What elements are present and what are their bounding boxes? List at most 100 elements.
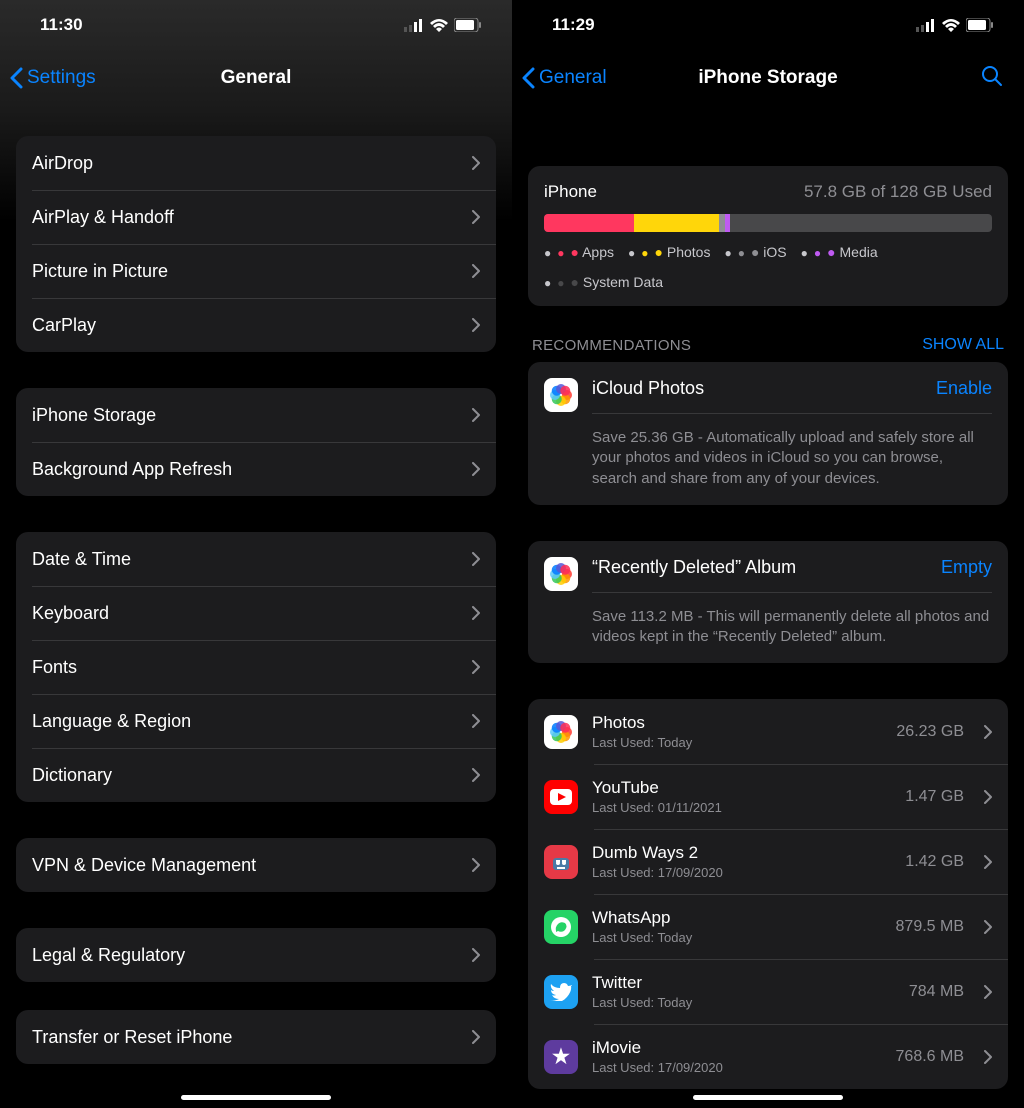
- recommendation-title: “Recently Deleted” Album: [592, 557, 796, 578]
- recommendation-action-button[interactable]: Enable: [936, 378, 992, 399]
- chevron-right-icon: [472, 606, 480, 620]
- app-last-used: Last Used: 01/11/2021: [592, 800, 891, 815]
- settings-row-iphone-storage[interactable]: iPhone Storage: [16, 388, 496, 442]
- settings-group: iPhone Storage Background App Refresh: [16, 388, 496, 496]
- app-icon: ★: [544, 1040, 578, 1074]
- settings-row-picture-in-picture[interactable]: Picture in Picture: [16, 244, 496, 298]
- app-last-used: Last Used: Today: [592, 995, 895, 1010]
- row-label: Keyboard: [32, 603, 472, 624]
- app-last-used: Last Used: Today: [592, 735, 882, 750]
- app-name: iMovie: [592, 1038, 882, 1058]
- settings-row-fonts[interactable]: Fonts: [16, 640, 496, 694]
- app-last-used: Last Used: Today: [592, 930, 882, 945]
- section-title: RECOMMENDATIONS: [532, 337, 691, 354]
- chevron-right-icon: [472, 714, 480, 728]
- wifi-icon: [942, 19, 960, 32]
- row-label: Picture in Picture: [32, 261, 472, 282]
- settings-row-background-app-refresh[interactable]: Background App Refresh: [16, 442, 496, 496]
- app-icon: [544, 910, 578, 944]
- app-size: 1.47 GB: [905, 788, 964, 806]
- app-name: Twitter: [592, 973, 895, 993]
- search-button[interactable]: [980, 64, 1004, 93]
- row-label: AirPlay & Handoff: [32, 207, 472, 228]
- settings-row-date-time[interactable]: Date & Time: [16, 532, 496, 586]
- chevron-right-icon: [472, 318, 480, 332]
- settings-group: AirDrop AirPlay & Handoff Picture in Pictu…: [16, 136, 496, 352]
- app-list: Photos Last Used: Today 26.23 GB YouTube…: [528, 699, 1008, 1089]
- settings-row-legal-regulatory[interactable]: Legal & Regulatory: [16, 928, 496, 982]
- storage-segment-apps: [544, 214, 634, 232]
- settings-group: VPN & Device Management: [16, 838, 496, 892]
- chevron-right-icon: [472, 948, 480, 962]
- app-row-imovie[interactable]: ★ iMovie Last Used: 17/09/2020 768.6 MB: [528, 1024, 1008, 1089]
- settings-row-dictionary[interactable]: Dictionary: [16, 748, 496, 802]
- settings-group: Date & Time Keyboard Fonts Language & Regio…: [16, 532, 496, 802]
- row-label: Legal & Regulatory: [32, 945, 472, 966]
- app-name: WhatsApp: [592, 908, 882, 928]
- general-settings-screen: 11:30 Settings General AirDropAirPlay & …: [0, 0, 512, 1108]
- chevron-right-icon: [472, 264, 480, 278]
- settings-group: Transfer or Reset iPhone: [16, 1010, 496, 1064]
- row-label: Language & Region: [32, 711, 472, 732]
- storage-legend: ● Apps● Photos● iOS● Media● System Data: [544, 244, 992, 290]
- photos-app-icon: [544, 557, 578, 591]
- chevron-left-icon: [10, 67, 23, 89]
- storage-segment-ios: [719, 214, 726, 232]
- status-icons: [404, 18, 482, 32]
- app-last-used: Last Used: 17/09/2020: [592, 865, 891, 880]
- app-name: Photos: [592, 713, 882, 733]
- chevron-right-icon: [472, 408, 480, 422]
- chevron-right-icon: [472, 768, 480, 782]
- back-label: Settings: [27, 67, 96, 89]
- back-button[interactable]: Settings: [10, 67, 96, 89]
- app-row-youtube[interactable]: YouTube Last Used: 01/11/2021 1.47 GB: [528, 764, 1008, 829]
- settings-row-airdrop[interactable]: AirDrop: [16, 136, 496, 190]
- home-indicator[interactable]: [693, 1095, 843, 1100]
- iphone-storage-screen: 11:29 General iPhone Storage iPhone 57.8…: [512, 0, 1024, 1108]
- storage-bar: [544, 214, 992, 232]
- recommendation-card[interactable]: iCloud Photos Enable Save 25.36 GB - Aut…: [528, 362, 1008, 505]
- battery-icon: [454, 18, 482, 32]
- storage-content: iPhone 57.8 GB of 128 GB Used ● Apps● Ph…: [512, 106, 1024, 1089]
- recommendation-action-button[interactable]: Empty: [941, 557, 992, 578]
- photos-app-icon: [544, 378, 578, 412]
- legend-media: ● Media: [801, 244, 878, 260]
- app-row-photos[interactable]: Photos Last Used: Today 26.23 GB: [528, 699, 1008, 764]
- legend-system-data: ● System Data: [544, 274, 663, 290]
- row-label: Date & Time: [32, 549, 472, 570]
- settings-row-airplay-handoff[interactable]: AirPlay & Handoff: [16, 190, 496, 244]
- home-indicator[interactable]: [181, 1095, 331, 1100]
- app-size: 26.23 GB: [896, 723, 964, 741]
- storage-used-text: 57.8 GB of 128 GB Used: [804, 182, 992, 202]
- app-size: 1.42 GB: [905, 853, 964, 871]
- app-row-whatsapp[interactable]: WhatsApp Last Used: Today 879.5 MB: [528, 894, 1008, 959]
- app-row-twitter[interactable]: Twitter Last Used: Today 784 MB: [528, 959, 1008, 1024]
- row-label: Fonts: [32, 657, 472, 678]
- row-label: VPN & Device Management: [32, 855, 472, 876]
- settings-row-vpn-device-management[interactable]: VPN & Device Management: [16, 838, 496, 892]
- page-title: iPhone Storage: [698, 67, 837, 89]
- settings-row-keyboard[interactable]: Keyboard: [16, 586, 496, 640]
- status-bar: 11:29: [512, 0, 1024, 50]
- settings-row-transfer-or-reset-iphone[interactable]: Transfer or Reset iPhone: [16, 1010, 496, 1064]
- recommendation-card[interactable]: “Recently Deleted” Album Empty Save 113.…: [528, 541, 1008, 664]
- app-icon: [544, 780, 578, 814]
- settings-row-carplay[interactable]: CarPlay: [16, 298, 496, 352]
- back-button[interactable]: General: [522, 67, 607, 89]
- chevron-right-icon: [472, 210, 480, 224]
- chevron-right-icon: [984, 985, 992, 999]
- legend-ios: ● iOS: [724, 244, 786, 260]
- settings-row-language-region[interactable]: Language & Region: [16, 694, 496, 748]
- row-label: Transfer or Reset iPhone: [32, 1027, 472, 1048]
- app-icon: [544, 975, 578, 1009]
- device-name: iPhone: [544, 182, 597, 202]
- app-row-dumb-ways-2[interactable]: Dumb Ways 2 Last Used: 17/09/2020 1.42 G…: [528, 829, 1008, 894]
- show-all-button[interactable]: SHOW ALL: [922, 336, 1004, 354]
- app-name: Dumb Ways 2: [592, 843, 891, 863]
- page-title: General: [221, 67, 292, 89]
- row-label: Background App Refresh: [32, 459, 472, 480]
- chevron-right-icon: [472, 660, 480, 674]
- chevron-right-icon: [984, 790, 992, 804]
- wifi-icon: [430, 19, 448, 32]
- cellular-icon: [404, 19, 424, 32]
